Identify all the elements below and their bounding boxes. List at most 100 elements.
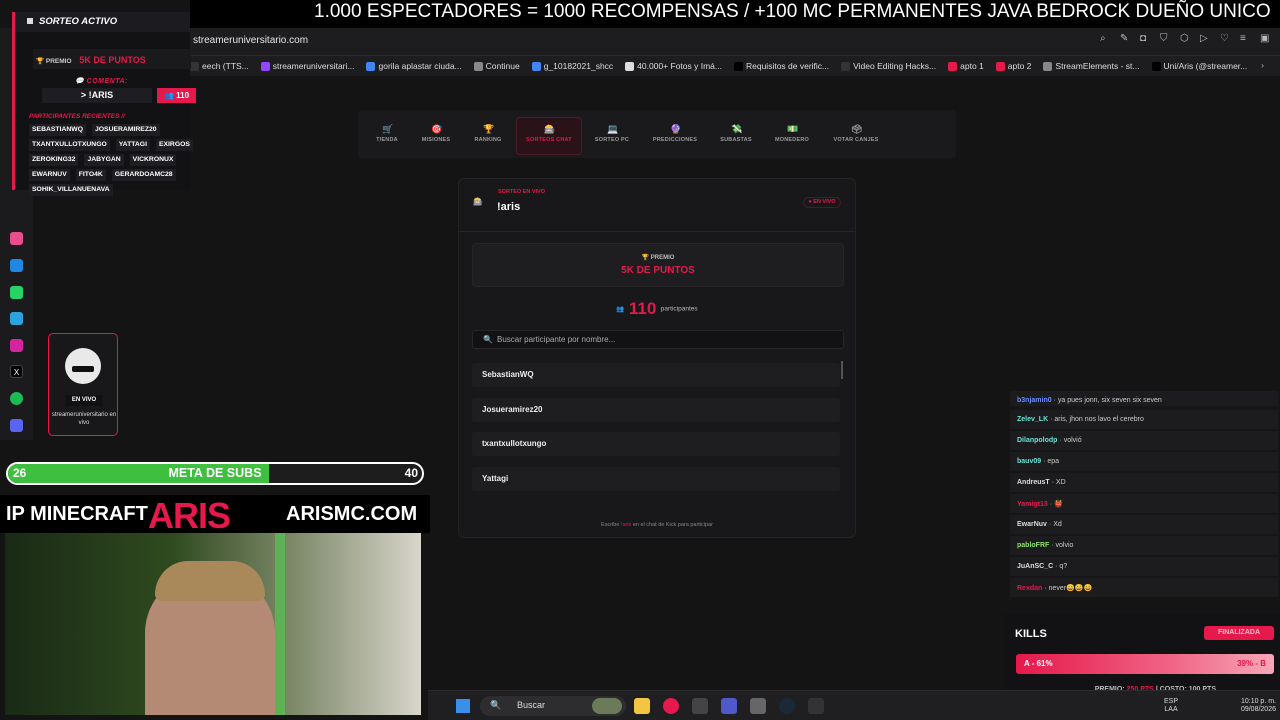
bookmark-item[interactable]: apto 2	[995, 61, 1031, 71]
menu-icon[interactable]: ≡	[1240, 34, 1250, 44]
overlay-header-text: SORTEO ACTIVO	[39, 16, 118, 27]
sorteo-overlay: SORTEO ACTIVO 🏆 PREMIO 5K DE PUNTOS 💬 CO…	[12, 12, 196, 196]
bookmark-item[interactable]: Continue	[473, 61, 520, 71]
tab-label: RANKING	[474, 137, 502, 143]
bookmark-item[interactable]: StreamElements - st...	[1043, 61, 1140, 71]
taskbar-search-text: Buscar	[517, 700, 546, 710]
overlay-prize-value: 5K DE PUNTOS	[79, 55, 146, 65]
edit-icon[interactable]: ✎	[1120, 34, 1130, 44]
shield-icon[interactable]: ⛉	[1160, 34, 1170, 44]
chat-username[interactable]: EwarNuv	[1017, 521, 1047, 528]
app-icon[interactable]	[10, 232, 23, 245]
bookmark-favicon-icon	[260, 61, 270, 71]
steam-icon[interactable]	[779, 698, 795, 714]
participant-row[interactable]: Josueramirez20	[472, 397, 840, 422]
tab-icon: 🔮	[670, 124, 682, 134]
participant-chip: TXANTXULLOTXUNGO	[29, 139, 110, 151]
bookmark-item[interactable]: apto 1	[948, 61, 984, 71]
extension-icon[interactable]: ▣	[1260, 34, 1270, 44]
play-icon[interactable]: ▷	[1200, 34, 1210, 44]
cube-icon[interactable]: ⬡	[1180, 34, 1190, 44]
chat-message: b3njamin0 · ya pues jonn, six seven six …	[1010, 391, 1278, 406]
zoom-icon[interactable]: ⌕	[1100, 34, 1110, 44]
bookmark-item[interactable]: g_10182021_shcc	[531, 61, 613, 71]
app-icon[interactable]	[692, 698, 708, 714]
opera-icon[interactable]	[663, 698, 679, 714]
address-bar[interactable]: streameruniversitario.com ⌕ ✎ ◘ ⛉ ⬡ ▷ ♡ …	[190, 28, 1280, 56]
tab-monedero[interactable]: 💵 MONEDERO	[762, 124, 822, 143]
bookmark-label: eech (TTS...	[202, 61, 249, 71]
tab-icon: 🛒	[382, 124, 394, 134]
bookmark-label: 40.000+ Fotos y Imá...	[637, 61, 722, 71]
messenger-icon[interactable]	[10, 259, 23, 272]
card-footer: Escribe !aris en el chat de Kick para pa…	[459, 522, 855, 528]
chat-message: pabloFRF · volvio	[1010, 536, 1278, 555]
spotify-icon[interactable]	[10, 392, 23, 405]
tab-icon: 💸	[731, 124, 743, 134]
bookmark-favicon-icon	[733, 61, 743, 71]
system-tray[interactable]: ESP LAA 10:10 p. m. 09/08/2026	[1116, 696, 1276, 716]
bookmark-item[interactable]: eech (TTS...	[190, 61, 249, 71]
participant-row[interactable]: Yattagi	[472, 466, 840, 491]
bookmark-item[interactable]: Requisitos de verific...	[733, 61, 829, 71]
chat-username[interactable]: JuAnSC_C	[1017, 563, 1053, 570]
chat-username[interactable]: Dilanpolodp	[1017, 437, 1057, 444]
store-icon[interactable]	[750, 698, 766, 714]
participant-row[interactable]: txantxullotxungo	[472, 432, 840, 456]
instagram-icon[interactable]	[10, 339, 23, 352]
telegram-icon[interactable]	[10, 312, 23, 325]
bookmark-item[interactable]: streameruniversitari...	[260, 61, 354, 71]
url-text[interactable]: streameruniversitario.com	[193, 35, 308, 46]
widget-icon[interactable]	[592, 698, 622, 714]
chat-message: AndreusT · XD	[1010, 473, 1278, 492]
x-icon[interactable]: X	[10, 365, 23, 378]
bookmark-favicon-icon	[190, 61, 199, 71]
list-scrollbar[interactable]	[841, 361, 843, 379]
heart-icon[interactable]: ♡	[1220, 34, 1230, 44]
webcam-feed	[5, 533, 421, 715]
clock[interactable]: 10:10 p. m. 09/08/2026	[1241, 698, 1276, 714]
participant-search-input[interactable]: 🔍 Buscar participante por nombre...	[472, 330, 844, 349]
bookmarks-more-icon[interactable]: ›	[1261, 60, 1264, 70]
tab-misiones[interactable]: 🎯 MISIONES	[406, 124, 466, 143]
obs-icon[interactable]	[808, 698, 824, 714]
lang-2: LAA	[1164, 706, 1178, 713]
participant-chip: JABYGAN	[84, 154, 124, 166]
folder-icon[interactable]	[634, 698, 650, 714]
tab-votar-canjes[interactable]: 🗳 VOTAR CANJES	[826, 124, 886, 143]
tab-sorteo-pc[interactable]: 💻 SORTEO PC	[582, 124, 642, 143]
discord-icon[interactable]	[10, 419, 23, 432]
bookmark-label: apto 1	[960, 61, 984, 71]
taskbar: 🔍 Buscar ESP LAA 10:10 p. m. 09/08/2026	[428, 690, 1280, 720]
bookmark-item[interactable]: Video Editing Hacks...	[841, 61, 936, 71]
chat-message: EwarNuv · Xd	[1010, 515, 1278, 534]
chat-username[interactable]: pabloFRF	[1017, 542, 1049, 549]
language-indicator[interactable]: ESP LAA	[1164, 698, 1178, 714]
windows-start-icon[interactable]	[456, 699, 470, 713]
tab-sorteos-chat[interactable]: 🎰 SORTEOS CHAT	[519, 124, 579, 143]
bookmark-item[interactable]: gorila aplastar ciuda...	[366, 61, 462, 71]
tab-icon: 💵	[787, 124, 799, 134]
participant-row[interactable]: SebastianWQ	[472, 363, 840, 387]
chat-message: bauv09 · epa	[1010, 452, 1278, 471]
chat-username[interactable]: bauv09	[1017, 458, 1041, 465]
clock-date: 09/08/2026	[1240, 706, 1276, 713]
chat-username[interactable]: AndreusT	[1017, 479, 1050, 486]
bookmark-item[interactable]: 40.000+ Fotos y Imá...	[625, 61, 722, 71]
ip-right: ARISMC.COM	[286, 503, 418, 525]
chat-username[interactable]: Zelev_LK	[1017, 416, 1048, 423]
chat-username[interactable]: Rexdan	[1017, 585, 1042, 592]
tab-ranking[interactable]: 🏆 RANKING	[458, 124, 518, 143]
bookmark-item[interactable]: Uni/Aris (@streamer...	[1151, 61, 1248, 71]
teams-icon[interactable]	[721, 698, 737, 714]
tab-subastas[interactable]: 💸 SUBASTAS	[706, 124, 766, 143]
camera-icon[interactable]: ◘	[1140, 34, 1150, 44]
tab-icon: 🏆	[483, 124, 495, 134]
chat-username[interactable]: Yamigt13	[1017, 501, 1048, 508]
bookmark-favicon-icon	[995, 61, 1005, 71]
bookmark-label: Uni/Aris (@streamer...	[1163, 61, 1248, 71]
whatsapp-icon[interactable]	[10, 286, 23, 299]
webcam-light	[275, 533, 285, 715]
tab-predicciones[interactable]: 🔮 PREDICCIONES	[645, 124, 705, 143]
chat-username[interactable]: b3njamin0	[1017, 397, 1052, 404]
